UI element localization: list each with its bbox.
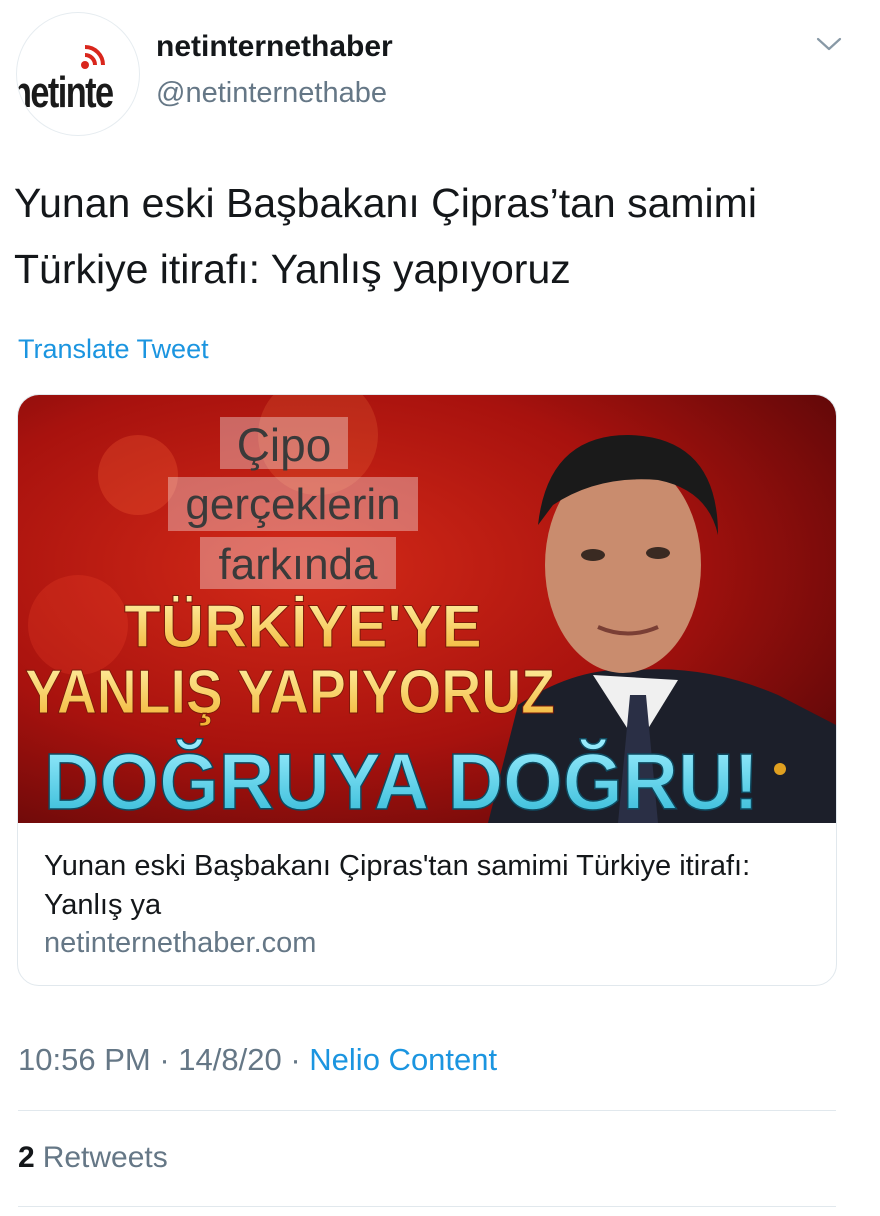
image-headline1: TÜRKİYE'YE <box>124 593 482 660</box>
divider <box>18 1110 836 1111</box>
avatar-logo-text: netinte <box>16 68 114 117</box>
image-line2: gerçeklerin <box>185 480 400 529</box>
meta-separator: · <box>290 1042 301 1077</box>
link-card[interactable]: Çipo gerçeklerin farkında TÜRKİYE'YE YAN… <box>17 394 837 986</box>
card-image: Çipo gerçeklerin farkında TÜRKİYE'YE YAN… <box>18 395 836 823</box>
tweet-date[interactable]: 14/8/20 <box>178 1042 281 1077</box>
meta-separator: · <box>159 1042 170 1077</box>
tweet-meta: 10:56 PM · 14/8/20 · Nelio Content <box>18 1042 497 1078</box>
card-title: Yunan eski Başbakanı Çipras'tan samimi T… <box>44 850 751 921</box>
tweet-text: Yunan eski Başbakanı Çipras’tan samimi T… <box>14 180 757 292</box>
author-handle[interactable]: @netinternethabe <box>156 77 387 110</box>
author-name[interactable]: netinternethaber <box>156 30 393 64</box>
tweet-source-link[interactable]: Nelio Content <box>309 1042 497 1077</box>
tweet-time[interactable]: 10:56 PM <box>18 1042 151 1077</box>
author-avatar[interactable]: netinte <box>16 12 140 136</box>
card-domain: netinternethaber.com <box>44 927 317 959</box>
retweets-label: Retweets <box>42 1141 168 1174</box>
retweets-stat[interactable]: 2 Retweets <box>18 1141 168 1175</box>
image-line3: farkında <box>219 540 379 589</box>
image-headline2: YANLIŞ YAPIYORUZ <box>25 658 555 727</box>
divider <box>18 1206 836 1207</box>
translate-tweet-link[interactable]: Translate Tweet <box>18 334 209 365</box>
image-banner: DOĞRUYA DOĞRU! <box>44 737 759 823</box>
chevron-down-icon[interactable] <box>816 36 842 52</box>
image-line1: Çipo <box>237 419 332 471</box>
retweets-count: 2 <box>18 1141 35 1174</box>
